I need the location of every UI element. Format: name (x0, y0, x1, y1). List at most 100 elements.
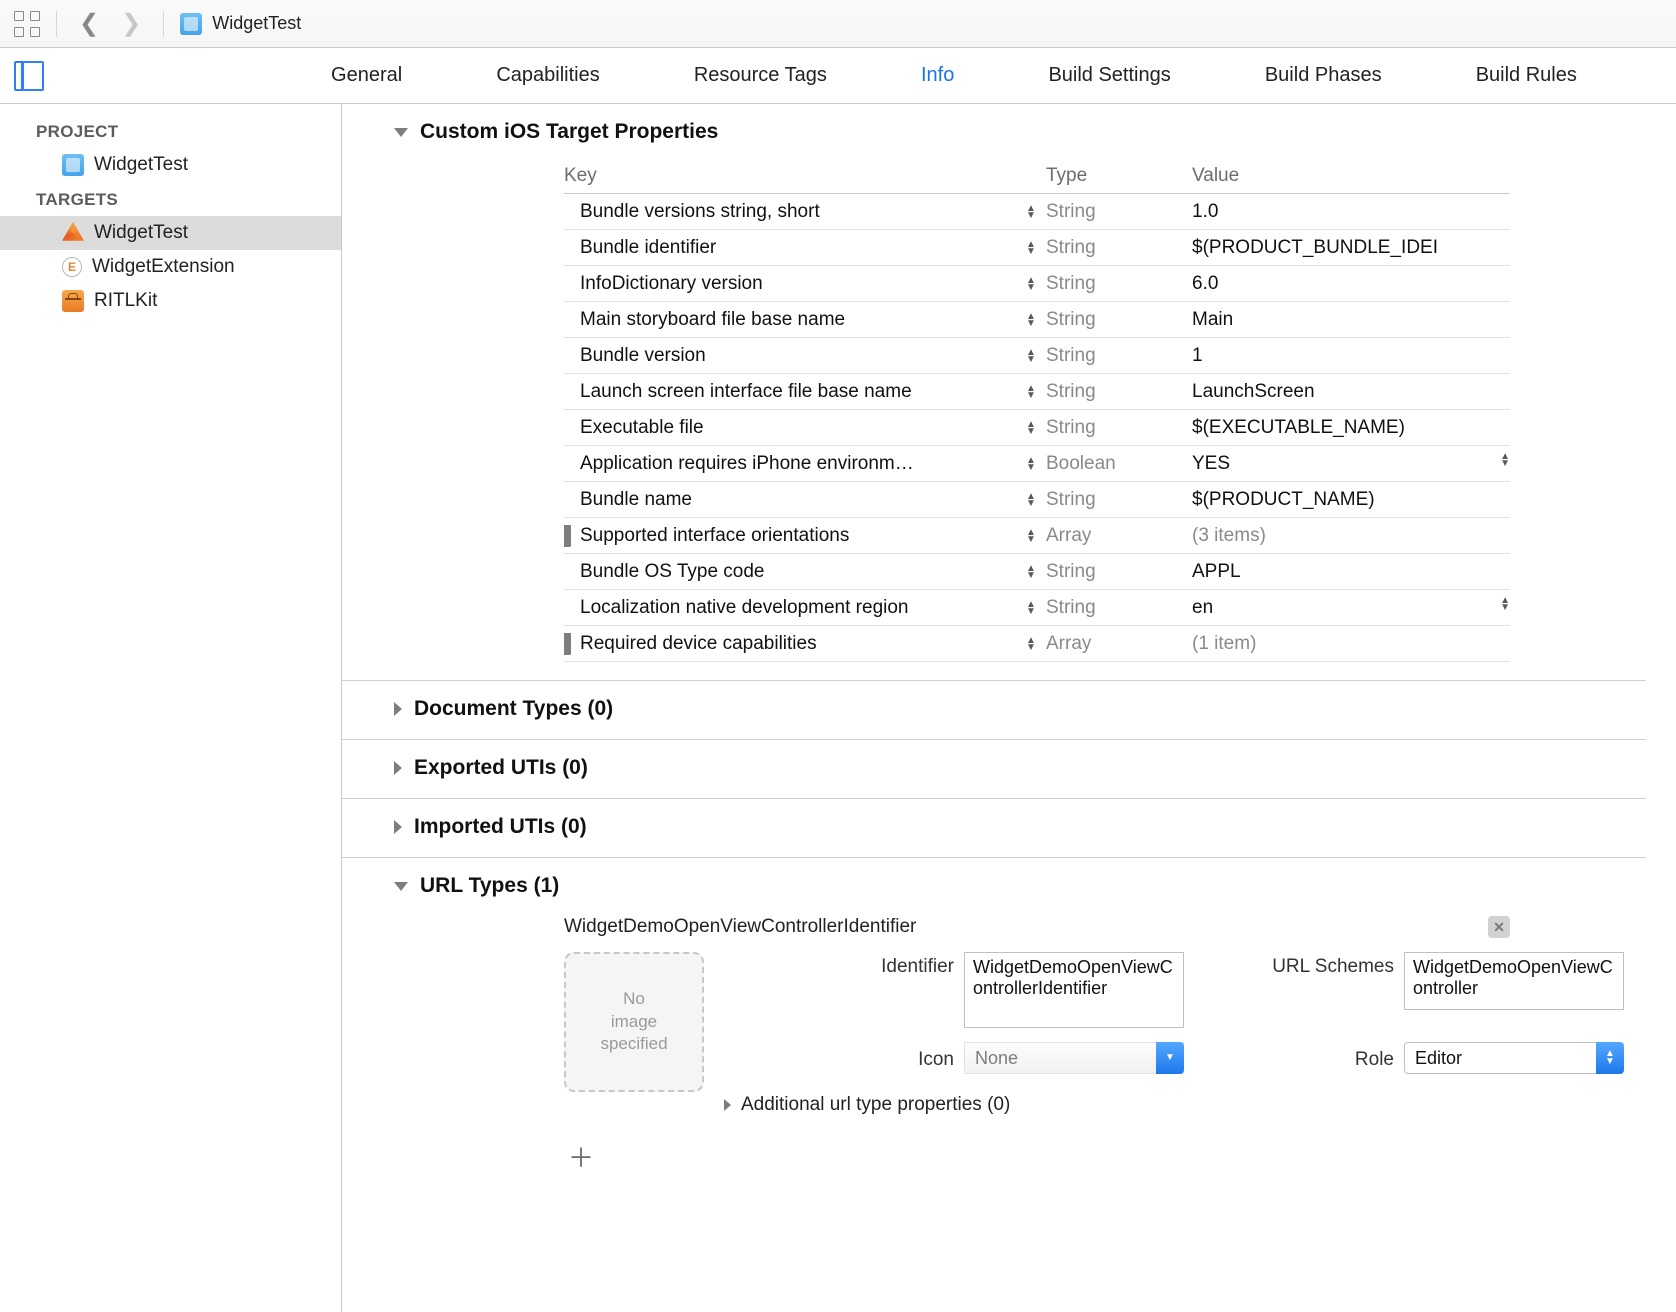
role-select[interactable]: Editor (1404, 1042, 1624, 1074)
section-header[interactable]: Custom iOS Target Properties (394, 120, 1646, 144)
plist-row[interactable]: Bundle versionString1 (564, 338, 1510, 374)
plist-value: $(EXECUTABLE_NAME) (1192, 417, 1510, 439)
value-stepper-icon[interactable] (1500, 453, 1510, 467)
key-stepper-icon[interactable] (1016, 241, 1046, 255)
add-url-type-button[interactable]: ＋ (568, 1138, 724, 1175)
plist-row[interactable]: Launch screen interface file base nameSt… (564, 374, 1510, 410)
tab-info[interactable]: Info (911, 60, 964, 91)
key-stepper-icon[interactable] (1016, 313, 1046, 327)
nav-forward-icon[interactable]: ❯ (115, 9, 147, 38)
key-stepper-icon[interactable] (1016, 637, 1046, 651)
plist-value: $(PRODUCT_BUNDLE_IDEI (1192, 237, 1510, 259)
plist-row[interactable]: Bundle nameString$(PRODUCT_NAME) (564, 482, 1510, 518)
url-type-image-well[interactable]: No image specified (564, 952, 704, 1092)
key-stepper-icon[interactable] (1016, 565, 1046, 579)
extension-target-icon (62, 257, 82, 277)
plist-type: Array (1046, 525, 1192, 547)
section-document-types: Document Types (0) (342, 680, 1646, 739)
key-stepper-icon[interactable] (1016, 601, 1046, 615)
key-stepper-icon[interactable] (1016, 493, 1046, 507)
disclosure-triangle-icon[interactable] (394, 882, 408, 891)
value-stepper-icon[interactable] (1500, 597, 1510, 611)
plist-key: Localization native development region (564, 597, 1016, 619)
plist-type: String (1046, 597, 1192, 619)
plist-row[interactable]: InfoDictionary versionString6.0 (564, 266, 1510, 302)
plist-header-row: Key Type Value (564, 158, 1510, 194)
disclosure-triangle-icon[interactable] (564, 525, 574, 547)
role-select-value: Editor (1415, 1048, 1596, 1069)
main-content: Custom iOS Target Properties Key Type Va… (342, 104, 1676, 1312)
related-items-icon[interactable] (14, 11, 40, 37)
sidebar-project-item[interactable]: WidgetTest (0, 148, 341, 182)
key-stepper-icon[interactable] (1016, 205, 1046, 219)
plist-value: 1.0 (1192, 201, 1510, 223)
plist-key: Bundle version (564, 345, 1016, 367)
plist-value: (3 items) (1192, 525, 1510, 547)
col-value: Value (1192, 165, 1510, 187)
key-stepper-icon[interactable] (1016, 385, 1046, 399)
sidebar-target-widgetextension[interactable]: WidgetExtension (0, 250, 341, 284)
tab-build-settings[interactable]: Build Settings (1038, 60, 1180, 91)
key-stepper-icon[interactable] (1016, 277, 1046, 291)
plist-row[interactable]: Executable fileString$(EXECUTABLE_NAME) (564, 410, 1510, 446)
plist-row[interactable]: Bundle identifierString$(PRODUCT_BUNDLE_… (564, 230, 1510, 266)
disclosure-triangle-icon[interactable] (724, 1099, 731, 1111)
sidebar-target-widgettest[interactable]: WidgetTest (0, 216, 341, 250)
additional-properties-label: Additional url type properties (0) (741, 1094, 1010, 1116)
plist-value: APPL (1192, 561, 1510, 583)
tab-build-phases[interactable]: Build Phases (1255, 60, 1392, 91)
plist-type: String (1046, 201, 1192, 223)
url-type-title: WidgetDemoOpenViewControllerIdentifier (564, 916, 916, 938)
key-stepper-icon[interactable] (1016, 529, 1046, 543)
disclosure-triangle-icon[interactable] (564, 633, 574, 655)
nav-back-icon[interactable]: ❮ (73, 9, 105, 38)
tab-general[interactable]: General (321, 60, 412, 91)
key-stepper-icon[interactable] (1016, 421, 1046, 435)
disclosure-triangle-icon[interactable] (394, 702, 402, 716)
icon-label: Icon (724, 1045, 964, 1071)
section-header[interactable]: Document Types (0) (394, 697, 1646, 721)
plist-type: String (1046, 309, 1192, 331)
plist-value: $(PRODUCT_NAME) (1192, 489, 1510, 511)
plist-row[interactable]: Localization native development region St… (564, 590, 1510, 626)
tab-build-rules[interactable]: Build Rules (1466, 60, 1587, 91)
section-imported-utis: Imported UTIs (0) (342, 798, 1646, 857)
remove-url-type-button[interactable]: ✕ (1488, 916, 1510, 938)
project-file-icon (62, 154, 84, 176)
plist-table: Key Type Value Bundle versions string, s… (564, 158, 1510, 662)
plist-row[interactable]: Required device capabilitiesArray(1 item… (564, 626, 1510, 662)
toggle-sidebar-icon[interactable] (14, 61, 44, 91)
section-title: Exported UTIs (0) (414, 756, 588, 780)
identifier-input[interactable]: WidgetDemoOpenViewControllerIdentifier (964, 952, 1184, 1028)
disclosure-triangle-icon[interactable] (394, 761, 402, 775)
plist-key: Main storyboard file base name (564, 309, 1016, 331)
tab-bar: General Capabilities Resource Tags Info … (0, 48, 1676, 104)
plist-row[interactable]: Bundle versions string, short String1.0 (564, 194, 1510, 230)
plist-row[interactable]: Supported interface orientations Array(3 … (564, 518, 1510, 554)
breadcrumb-project[interactable]: WidgetTest (212, 13, 301, 34)
icon-select[interactable]: None (964, 1042, 1184, 1074)
section-header[interactable]: Exported UTIs (0) (394, 756, 1646, 780)
plist-row[interactable]: Application requires iPhone environm…Boo… (564, 446, 1510, 482)
plist-row[interactable]: Main storyboard file base nameStringMain (564, 302, 1510, 338)
section-header[interactable]: Imported UTIs (0) (394, 815, 1646, 839)
section-exported-utis: Exported UTIs (0) (342, 739, 1646, 798)
plist-key: Bundle name (564, 489, 1016, 511)
tab-resource-tags[interactable]: Resource Tags (684, 60, 837, 91)
disclosure-triangle-icon[interactable] (394, 820, 402, 834)
plist-type: Boolean (1046, 453, 1192, 475)
plist-key: Supported interface orientations (564, 525, 1016, 547)
breadcrumb-bar: ❮ ❯ WidgetTest (0, 0, 1676, 48)
key-stepper-icon[interactable] (1016, 457, 1046, 471)
section-custom-target-properties: Custom iOS Target Properties Key Type Va… (342, 104, 1646, 680)
section-header[interactable]: URL Types (1) (394, 874, 1646, 898)
url-schemes-input[interactable]: WidgetDemoOpenViewController (1404, 952, 1624, 1010)
plist-row[interactable]: Bundle OS Type codeStringAPPL (564, 554, 1510, 590)
key-stepper-icon[interactable] (1016, 349, 1046, 363)
tab-capabilities[interactable]: Capabilities (486, 60, 609, 91)
sidebar-target-ritlkit[interactable]: RITLKit (0, 284, 341, 318)
plist-type: String (1046, 237, 1192, 259)
plist-key: Bundle versions string, short (564, 201, 1016, 223)
additional-properties-row[interactable]: Additional url type properties (0) (724, 1094, 1624, 1116)
disclosure-triangle-icon[interactable] (394, 128, 408, 137)
